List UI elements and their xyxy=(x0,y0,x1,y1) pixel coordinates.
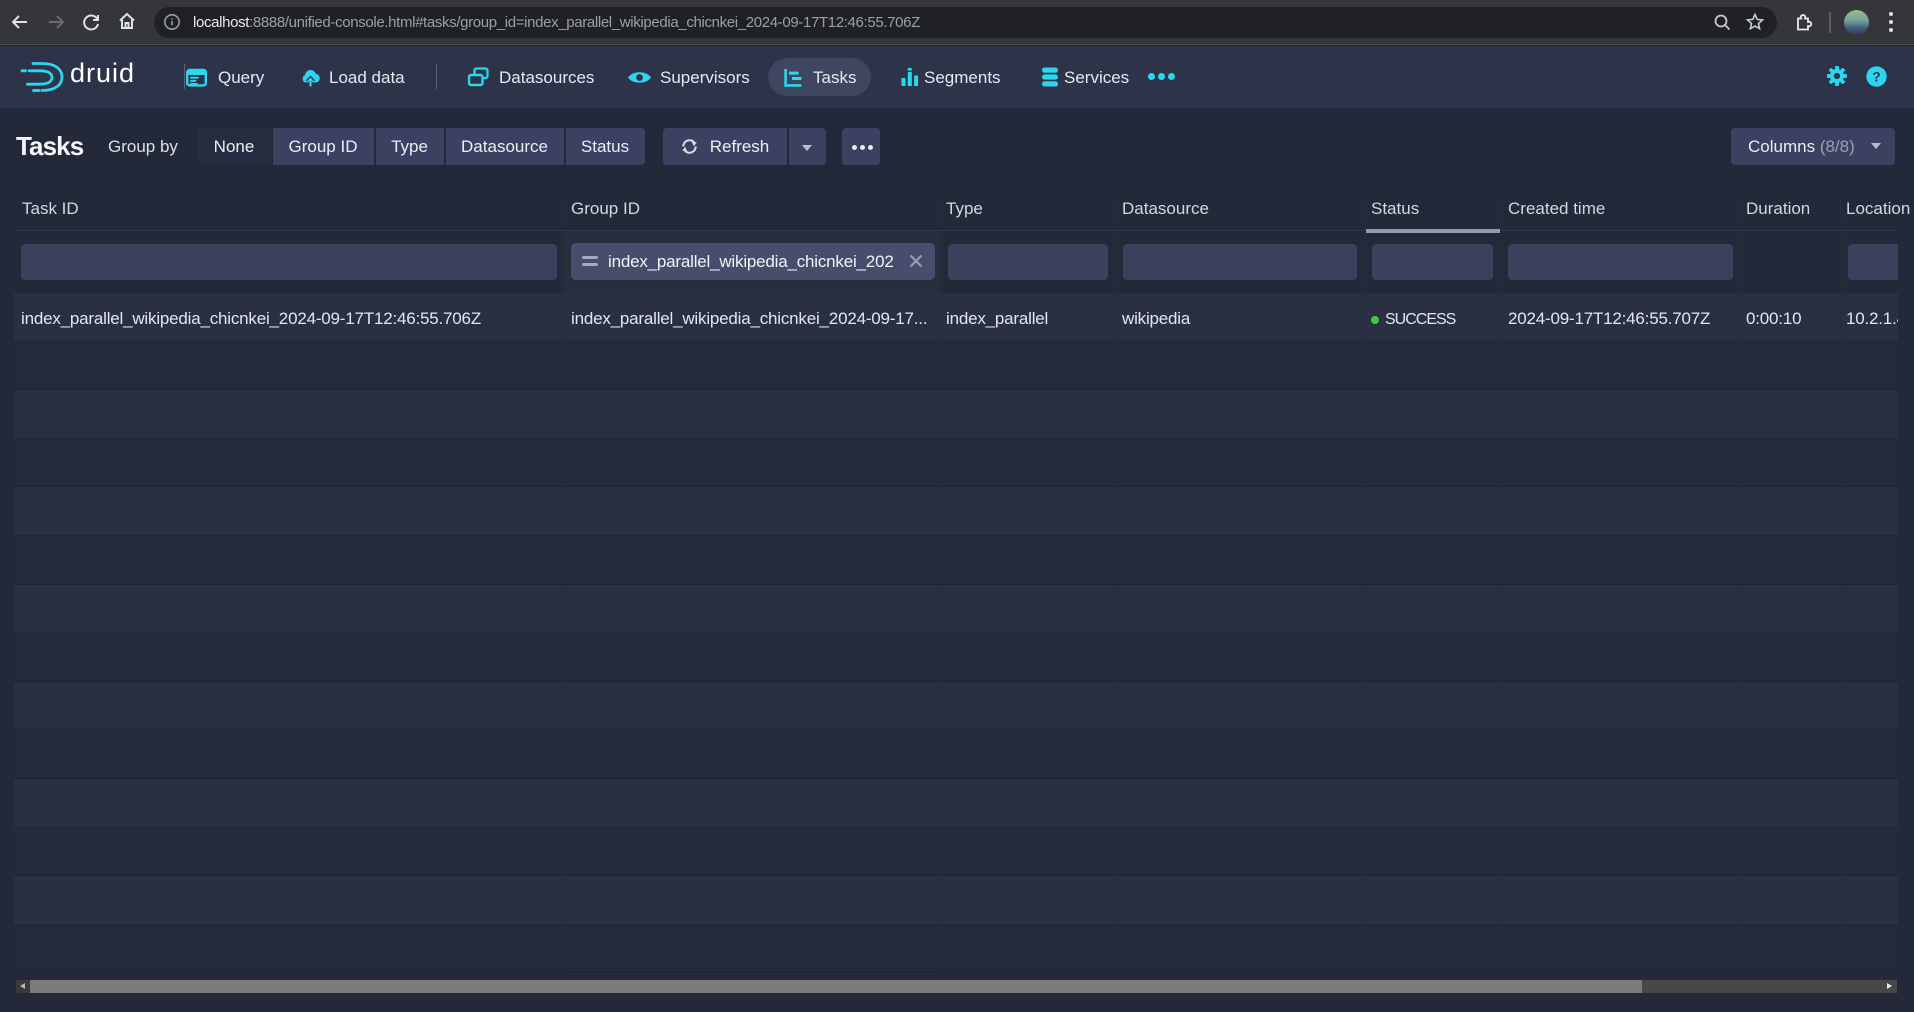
svg-text:?: ? xyxy=(1872,69,1880,84)
